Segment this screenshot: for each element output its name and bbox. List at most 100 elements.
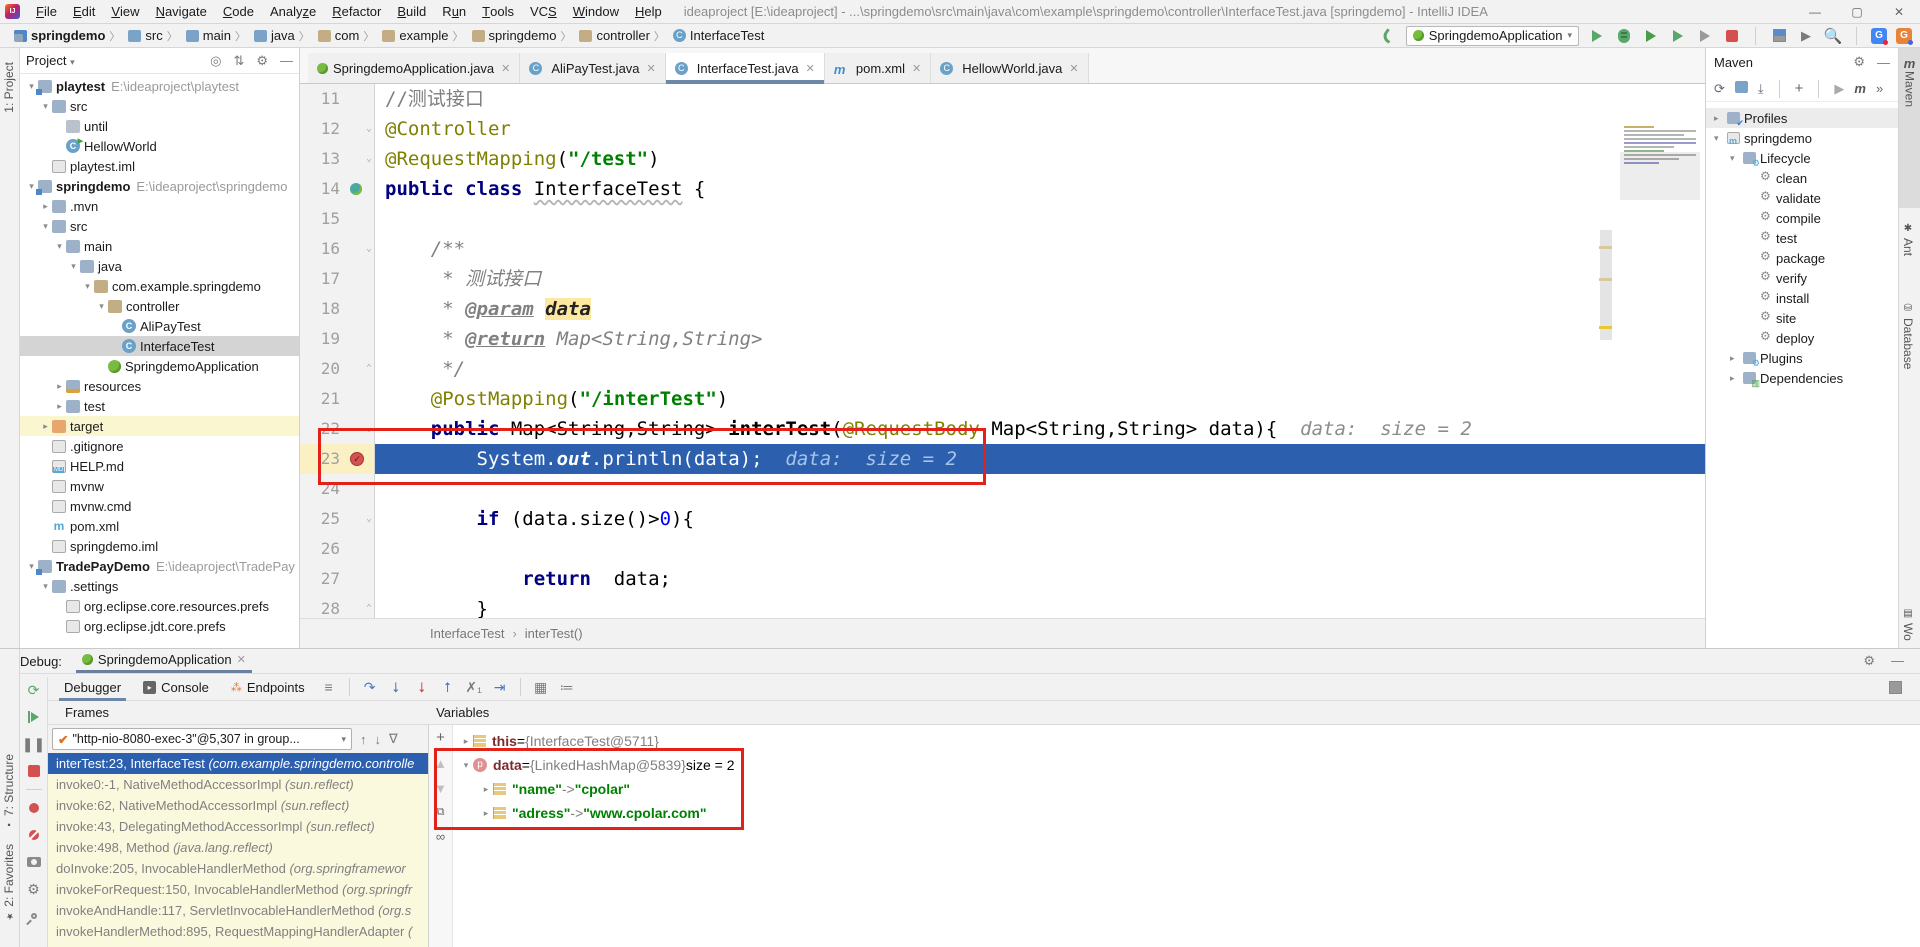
run-config-dropdown[interactable]: SpringdemoApplication ▾ [1406,26,1579,46]
tree-item-main[interactable]: ▾main [20,236,299,256]
editor-tab-InterfaceTest.java[interactable]: CInterfaceTest.java✕ [666,53,825,83]
menu-refactor[interactable]: Refactor [324,0,389,24]
locate-icon[interactable]: ◎ [210,53,221,69]
tree-item-playtest[interactable]: ▾playtestE:\ideaproject\playtest [20,76,299,96]
menu-file[interactable]: File [28,0,65,24]
tool-window-project[interactable]: 1: Project [2,62,16,113]
step-out-icon[interactable]: ⭡ [437,677,459,697]
maven-item-Profiles[interactable]: ▸Profiles [1706,108,1898,128]
reimport-icon[interactable]: ⟳ [1714,81,1725,97]
rerun-icon[interactable]: ⟳ [24,681,44,699]
stop-button[interactable] [1723,27,1741,45]
tree-item-.settings[interactable]: ▾.settings [20,576,299,596]
tab-endpoints[interactable]: ⁂Endpoints [222,673,314,701]
tree-item-playtest.iml[interactable]: playtest.iml [20,156,299,176]
fold-icon[interactable]: ⌃ [366,594,372,618]
frame-row[interactable]: invokeAndHandle:117, ServletInvocableHan… [48,900,428,921]
filter-frames-icon[interactable]: ∇ [389,731,398,747]
debug-button[interactable] [1615,27,1633,45]
tree-item-test[interactable]: ▸test [20,396,299,416]
coverage-button[interactable] [1642,27,1660,45]
editor-tab-pom.xml[interactable]: mpom.xml✕ [825,53,931,83]
gutter-line-21[interactable]: 21 [300,384,375,414]
maven-item-Lifecycle[interactable]: ▾Lifecycle [1706,148,1898,168]
gear-icon[interactable]: ⚙ [256,53,268,69]
layout-menu-icon[interactable]: ≡ [318,677,340,697]
maven-item-clean[interactable]: clean [1706,168,1898,188]
maximize-button[interactable]: ▢ [1836,0,1878,23]
fold-icon[interactable]: ⌃ [366,354,372,384]
maven-item-package[interactable]: package [1706,248,1898,268]
tool-window-bottom[interactable]: ▤Wo [1901,608,1915,641]
gutter-line-20[interactable]: 20⌃ [300,354,375,384]
translate-icon[interactable]: G [1871,28,1887,44]
gear-icon[interactable]: ⚙ [1863,653,1875,669]
execute-goal-icon[interactable]: m [1854,81,1866,96]
menu-window[interactable]: Window [565,0,627,24]
frame-row[interactable]: invoke:62, NativeMethodAccessorImpl (sun… [48,795,428,816]
maven-item-site[interactable]: site [1706,308,1898,328]
pin-icon[interactable] [24,907,44,925]
frame-row[interactable]: invoke:43, DelegatingMethodAccessorImpl … [48,816,428,837]
menu-tools[interactable]: Tools [474,0,522,24]
hide-icon[interactable]: — [1877,55,1890,70]
tree-item-springdemo[interactable]: ▾springdemoE:\ideaproject\springdemo [20,176,299,196]
breadcrumb-item-java[interactable]: java〉 [254,28,314,44]
pause-icon[interactable]: ❚❚ [24,735,44,753]
attach-button[interactable] [1696,27,1714,45]
force-step-into-icon[interactable]: ⭣ [411,677,433,697]
breadcrumb-item-springdemo[interactable]: springdemo〉 [472,28,576,44]
maven-item-test[interactable]: test [1706,228,1898,248]
tree-item-pom.xml[interactable]: mpom.xml [20,516,299,536]
tab-console[interactable]: ▸Console [134,673,218,701]
gutter-line-13[interactable]: 13⌄ [300,144,375,174]
translate-alt-icon[interactable]: G [1896,28,1912,44]
gutter-line-27[interactable]: 27 [300,564,375,594]
search-everywhere-icon[interactable]: 🔍 [1824,27,1842,45]
tool-window-database[interactable]: ⛁Database [1901,303,1915,369]
gutter-line-25[interactable]: 25⌄ [300,504,375,534]
tree-item-resources[interactable]: ▸resources [20,376,299,396]
gear-icon[interactable]: ⚙ [1853,54,1865,70]
tree-item-org.eclipse.core.resources.prefs[interactable]: org.eclipse.core.resources.prefs [20,596,299,616]
fold-icon[interactable]: ⌄ [366,504,372,534]
trace-icon[interactable]: ≔ [556,677,578,697]
thread-dump-icon[interactable] [24,853,44,871]
breadcrumb-item-com[interactable]: com〉 [318,28,379,44]
run-maven-icon[interactable]: ▶ [1834,81,1844,97]
variable-row[interactable]: ▾pdata = {LinkedHashMap@5839} size = 2 [459,753,1920,777]
tree-item-SpringdemoApplication[interactable]: SpringdemoApplication [20,356,299,376]
down-frame-icon[interactable]: ↓ [375,732,382,747]
tool-window-favorites[interactable]: ★2: Favorites [2,844,16,921]
add-watch-icon[interactable]: + [436,729,445,746]
close-icon[interactable]: ✕ [237,653,246,666]
breadcrumb-item-InterfaceTest[interactable]: CInterfaceTest [673,28,764,43]
fold-icon[interactable]: ⌄ [366,114,372,144]
close-button[interactable]: ✕ [1878,0,1920,23]
tree-item-org.eclipse.jdt.core.prefs[interactable]: org.eclipse.jdt.core.prefs [20,616,299,636]
minimize-button[interactable]: — [1794,0,1836,23]
close-tab-icon[interactable]: ✕ [912,62,921,75]
menu-build[interactable]: Build [389,0,434,24]
more-icon[interactable]: » [1876,81,1883,96]
menu-run[interactable]: Run [434,0,474,24]
build-icon[interactable] [1379,27,1397,45]
thread-dropdown[interactable]: ✔ "http-nio-8080-exec-3"@5,307 in group.… [52,728,352,750]
close-tab-icon[interactable]: ✕ [806,62,815,75]
frame-row[interactable]: invoke0:-1, NativeMethodAccessorImpl (su… [48,774,428,795]
tree-item-HELP.md[interactable]: HELP.md [20,456,299,476]
breadcrumb-item-controller[interactable]: controller〉 [579,28,668,44]
up-frame-icon[interactable]: ↑ [360,732,367,747]
menu-view[interactable]: View [103,0,147,24]
debug-session-tab[interactable]: SpringdemoApplication ✕ [76,649,252,673]
move-down-icon[interactable]: ▼ [434,781,447,796]
hide-icon[interactable]: — [1891,653,1904,669]
project-structure-icon[interactable] [1770,27,1788,45]
tree-item-TradePayDemo[interactable]: ▾TradePayDemoE:\ideaproject\TradePay [20,556,299,576]
gutter-line-19[interactable]: 19 [300,324,375,354]
step-over-icon[interactable]: ↷ [359,677,381,697]
view-breakpoints-icon[interactable] [24,799,44,817]
tree-item-until[interactable]: until [20,116,299,136]
step-into-icon[interactable]: ⭣ [385,677,407,697]
close-tab-icon[interactable]: ✕ [501,62,510,75]
